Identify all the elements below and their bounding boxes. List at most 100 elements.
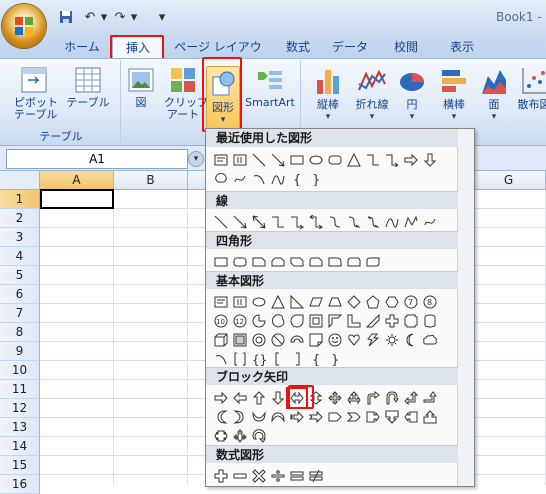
up-arrow-shape-icon[interactable] — [250, 389, 268, 407]
freeform-shape-icon[interactable] — [402, 213, 420, 231]
office-button[interactable] — [2, 4, 46, 48]
u-turn-arrow-shape-icon[interactable] — [383, 389, 401, 407]
half-frame-shape-icon[interactable] — [326, 312, 344, 330]
plaque-shape-icon[interactable] — [402, 312, 420, 330]
row-header[interactable]: 7 — [0, 304, 40, 323]
line-chart-button[interactable]: 折れ線 ▾ — [350, 66, 394, 123]
frame-shape-icon[interactable] — [307, 312, 325, 330]
not-equal-shape-icon[interactable] — [307, 467, 325, 485]
l-shape-icon[interactable] — [345, 312, 363, 330]
callout-shape-icon[interactable] — [212, 170, 230, 188]
column-header-b[interactable]: B — [114, 171, 188, 190]
snip-diagonal-rect-shape-icon[interactable] — [288, 253, 306, 271]
multiply-shape-icon[interactable] — [250, 467, 268, 485]
dropdown-scrollbar[interactable] — [457, 129, 474, 486]
row-header[interactable]: 5 — [0, 266, 40, 285]
round-single-corner-rect-shape-icon[interactable] — [326, 253, 344, 271]
tab-home[interactable]: ホーム — [60, 36, 104, 58]
cloud-shape-icon[interactable] — [421, 331, 439, 349]
table-button[interactable]: テーブル — [66, 66, 110, 109]
down-arrow-shape-icon[interactable] — [421, 151, 439, 169]
row-header[interactable]: 11 — [0, 380, 40, 399]
tab-review[interactable]: 校閲 — [388, 36, 424, 58]
customize-icon[interactable]: ▾ — [154, 10, 170, 26]
up-arrow-callout-shape-icon[interactable] — [421, 408, 439, 426]
scribble-shape-icon[interactable] — [421, 213, 439, 231]
bar-chart-button[interactable]: 横棒 ▾ — [434, 66, 474, 123]
triangle-shape-icon[interactable] — [269, 293, 287, 311]
left-arrow-callout-shape-icon[interactable] — [402, 408, 420, 426]
pivot-table-button[interactable]: ピボット テーブル — [14, 66, 54, 121]
right-arrow-shape-icon[interactable] — [402, 151, 420, 169]
no-symbol-shape-icon[interactable] — [269, 331, 287, 349]
parallelogram-shape-icon[interactable] — [307, 293, 325, 311]
picture-button[interactable]: 図 — [126, 66, 156, 109]
heptagon-shape-icon[interactable]: 7 — [402, 293, 420, 311]
clip-art-button[interactable]: クリップ アート — [164, 66, 202, 121]
active-cell-a1[interactable] — [40, 189, 114, 209]
right-arrow-shape-icon[interactable] — [212, 389, 230, 407]
right-triangle-shape-icon[interactable] — [288, 293, 306, 311]
arrow-line-shape-icon[interactable] — [231, 213, 249, 231]
name-box-dropdown-icon[interactable]: ▾ — [188, 151, 204, 167]
line-shape-icon[interactable] — [250, 151, 268, 169]
row-header[interactable]: 13 — [0, 418, 40, 437]
equal-shape-icon[interactable] — [288, 467, 306, 485]
down-arrow-callout-shape-icon[interactable] — [383, 408, 401, 426]
oval-shape-icon[interactable] — [307, 151, 325, 169]
lightning-bolt-shape-icon[interactable] — [364, 331, 382, 349]
arrow-line-shape-icon[interactable] — [269, 151, 287, 169]
select-all-corner[interactable] — [0, 171, 40, 190]
bent-up-arrow-shape-icon[interactable] — [421, 389, 439, 407]
elbow-connector-shape-icon[interactable] — [364, 151, 382, 169]
name-box[interactable]: A1 — [6, 149, 188, 169]
trapezoid-shape-icon[interactable] — [326, 293, 344, 311]
rectangle-shape-icon[interactable] — [288, 151, 306, 169]
diamond-shape-icon[interactable] — [345, 293, 363, 311]
tab-view[interactable]: 表示 — [444, 36, 480, 58]
quad-arrow-shape-icon[interactable] — [326, 389, 344, 407]
hexagon-shape-icon[interactable] — [383, 293, 401, 311]
plus-shape-icon[interactable] — [212, 467, 230, 485]
row-header[interactable]: 9 — [0, 342, 40, 361]
snip-round-rect-shape-icon[interactable] — [307, 253, 325, 271]
notched-right-arrow-shape-icon[interactable] — [307, 408, 325, 426]
left-right-up-arrow-shape-icon[interactable] — [345, 389, 363, 407]
diagonal-stripe-shape-icon[interactable] — [364, 312, 382, 330]
snip-same-side-rect-shape-icon[interactable] — [269, 253, 287, 271]
tab-page-layout[interactable]: ページ レイアウト — [172, 36, 264, 58]
row-header[interactable]: 12 — [0, 399, 40, 418]
row-header[interactable]: 15 — [0, 456, 40, 475]
elbow-double-arrow-shape-icon[interactable] — [307, 213, 325, 231]
rounded-rect-shape-icon[interactable] — [326, 151, 344, 169]
sun-shape-icon[interactable] — [383, 331, 401, 349]
bevel-shape-icon[interactable] — [231, 331, 249, 349]
curve-shape-icon[interactable] — [269, 170, 287, 188]
right-brace-shape-icon[interactable]: } — [307, 170, 325, 188]
left-brace-shape-icon[interactable]: { — [307, 350, 325, 368]
oval-shape-icon[interactable] — [250, 293, 268, 311]
right-arrow-callout-shape-icon[interactable] — [364, 408, 382, 426]
moon-shape-icon[interactable] — [402, 331, 420, 349]
circular-arrow-shape-icon[interactable] — [250, 427, 268, 445]
octagon-shape-icon[interactable]: 8 — [421, 293, 439, 311]
round-same-side-rect-shape-icon[interactable] — [345, 253, 363, 271]
round-diagonal-rect-shape-icon[interactable] — [364, 253, 382, 271]
chevron-down-icon[interactable]: ▾ — [96, 10, 112, 26]
decagon-shape-icon[interactable]: 10 — [212, 312, 230, 330]
arc-shape-icon[interactable] — [212, 350, 230, 368]
dodecagon-shape-icon[interactable]: 12 — [231, 312, 249, 330]
elbow-arrow-shape-icon[interactable] — [288, 213, 306, 231]
double-arrow-line-shape-icon[interactable] — [250, 213, 268, 231]
block-arc-shape-icon[interactable] — [288, 331, 306, 349]
double-brace-shape-icon[interactable]: {} — [250, 350, 268, 368]
right-bracket-shape-icon[interactable] — [288, 350, 306, 368]
chord-shape-icon[interactable] — [269, 312, 287, 330]
row-header[interactable]: 2 — [0, 209, 40, 228]
right-brace-shape-icon[interactable]: } — [326, 350, 344, 368]
heart-shape-icon[interactable] — [345, 331, 363, 349]
donut-shape-icon[interactable] — [250, 331, 268, 349]
vertical-textbox-shape-icon[interactable] — [231, 151, 249, 169]
textbox-shape-icon[interactable] — [212, 293, 230, 311]
curved-connector-shape-icon[interactable] — [326, 213, 344, 231]
